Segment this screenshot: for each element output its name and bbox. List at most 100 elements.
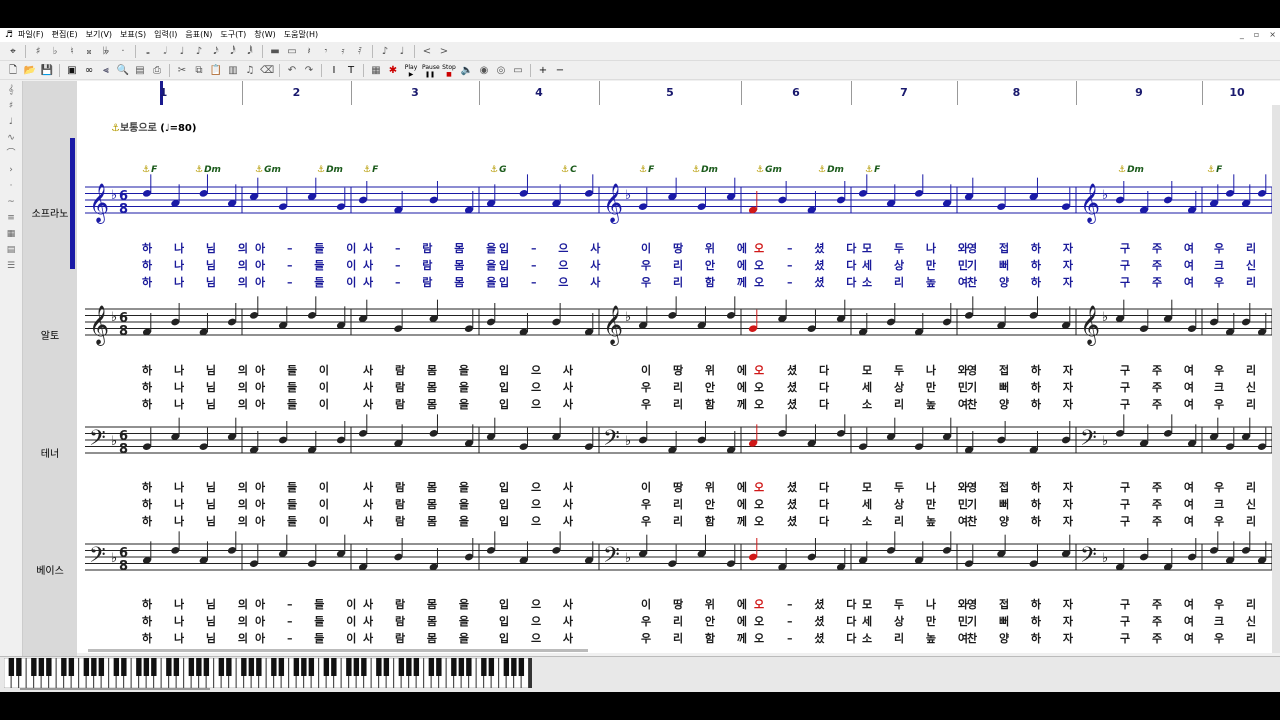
vertical-scrollbar[interactable] [1272,105,1280,653]
piano-black-key[interactable] [226,658,232,676]
lyric-syllable-group[interactable]: 셨 다 [787,496,838,512]
crescendo-icon[interactable]: < [420,45,434,59]
piano-black-key[interactable] [203,658,210,676]
lyric-syllable-group[interactable]: 구 주 여 [1120,362,1203,378]
lyric-syllable-group[interactable]: 하 나 님 의 [142,362,257,378]
midi-settings-icon[interactable]: ✱ [386,64,400,78]
natural-icon[interactable]: ♮ [65,45,79,59]
app-icon[interactable]: ♬ [4,30,14,40]
copy-icon[interactable]: ⧉ [192,64,206,78]
lyric-syllable-group[interactable]: 오 [754,596,773,612]
lyric-syllable-group[interactable]: 이 땅 위 에 [641,479,756,495]
piano-black-key[interactable] [166,658,172,676]
chord-symbol[interactable]: ⚓Dm [195,165,221,175]
chord-symbol[interactable]: ⚓F [142,165,157,175]
thirty-second-rest-icon[interactable]: 𝅀 [353,45,367,59]
lyric-syllable-group[interactable]: 셨 다 [787,396,838,412]
piano-black-key[interactable] [293,658,300,676]
lyric-syllable-group[interactable]: 입 으 사 [499,596,582,612]
piano-black-key[interactable] [346,658,352,676]
lyric-syllable-group[interactable]: 입 으 사 [499,613,582,629]
chord-symbol[interactable]: ⚓Dm [818,165,844,175]
staccato-tool-icon[interactable]: · [2,179,20,193]
piano-black-key[interactable] [241,658,247,676]
measure-number[interactable]: 9 [1135,86,1143,99]
lyric-syllable-group[interactable]: 우 리 를 [1214,240,1280,256]
lyric-syllable-group[interactable]: 하 나 님 의 [142,240,257,256]
menu-item[interactable]: 편집(E) [52,28,78,42]
chord-symbol[interactable]: ⚓F [1207,165,1222,175]
lyric-syllable-group[interactable]: 하 나 님 의 [142,596,257,612]
lyric-syllable-group[interactable]: 영 접 하 자 [967,240,1082,256]
play-button[interactable]: Play ▶ [403,64,419,78]
piano-black-key[interactable] [256,658,262,676]
piano-black-key[interactable] [151,658,157,676]
trill-tool-icon[interactable]: ~ [2,195,20,209]
lyric-syllable-group[interactable]: 사 – 람 몸 을 [363,274,505,290]
lyric-syllable-group[interactable]: 사 람 몸 을 [363,396,478,412]
close-button[interactable]: × [1269,28,1276,42]
lyric-syllable-group[interactable]: 이 땅 위 에 [641,240,756,256]
piano-black-key[interactable] [406,658,412,676]
piano-black-key[interactable] [121,658,127,676]
piano-black-key[interactable] [458,658,465,676]
piano-black-key[interactable] [323,658,330,676]
lyric-syllable-group[interactable]: 하 나 님 의 [142,274,257,290]
lyric-syllable-group[interactable]: 오 [754,479,773,495]
lyric-syllable-group[interactable]: 입 으 사 [499,496,582,512]
stop-button[interactable]: Stop ■ [441,64,457,78]
piano-black-key[interactable] [61,658,67,676]
lyric-syllable-group[interactable]: 아 – 들 이 [255,274,365,290]
cut-icon[interactable]: ✂ [175,64,189,78]
lyric-syllable-group[interactable]: 오 [754,396,773,412]
lyric-syllable-group[interactable]: 사 람 몸 을 [363,496,478,512]
lyric-syllable-group[interactable]: 아 – 들 이 [255,613,365,629]
lyric-syllable-group[interactable]: 아 들 이 [255,396,338,412]
lyric-syllable-group[interactable]: 구 주 여 [1120,513,1203,529]
lyric-syllable-group[interactable]: 세 상 만 민 [862,496,977,512]
piano-black-key[interactable] [8,658,15,676]
lyric-syllable-group[interactable]: 우 리 안 에 [641,257,756,273]
lyric-syllable-group[interactable]: 구 주 여 [1120,596,1203,612]
piano-black-key[interactable] [436,658,442,676]
staff-edit-icon[interactable]: ⫷ [99,64,113,78]
lyric-syllable-group[interactable]: 세 상 만 민 [862,613,977,629]
lyric-syllable-group[interactable]: 사 람 몸 을 [363,362,478,378]
lyric-syllable-group[interactable]: 하 나 님 의 [142,613,257,629]
lyric-syllable-group[interactable]: 아 – 들 이 [255,257,365,273]
lyric-syllable-group[interactable]: 영 접 하 자 [967,479,1082,495]
lyric-syllable-group[interactable]: 우 리 며 [1214,396,1280,412]
lyric-syllable-group[interactable]: 사 람 몸 을 [363,596,478,612]
lyric-syllable-group[interactable]: 기 뻐 하 자 [967,257,1082,273]
lyric-syllable-group[interactable]: 사 – 람 몸 을 [363,257,505,273]
lyric-syllable-group[interactable]: 우 리 며 [1214,630,1280,646]
lyric-syllable-group[interactable]: 기 뻐 하 자 [967,496,1082,512]
lyric-syllable-group[interactable]: 크 신 사 [1214,379,1280,395]
lyric-syllable-group[interactable]: 입 으 사 [499,513,582,529]
lyric-syllable-group[interactable]: 아 들 이 [255,362,338,378]
chord-symbol[interactable]: ⚓F [639,165,654,175]
open-file-icon[interactable]: 📂 [23,64,37,78]
lyric-syllable-group[interactable]: 찬 양 하 자 [967,274,1082,290]
lyric-syllable-group[interactable]: 모 두 나 와 [862,240,977,256]
lyric-syllable-group[interactable]: 사 람 몸 을 [363,479,478,495]
piano-black-key[interactable] [451,658,457,676]
lyric-syllable-group[interactable]: 사 람 몸 을 [363,379,478,395]
lyric-syllable-group[interactable]: 셨 다 [787,362,838,378]
lyric-syllable-group[interactable]: 모 두 나 와 [862,362,977,378]
restore-button[interactable]: ▫ [1254,28,1259,42]
piano-black-key[interactable] [143,658,150,676]
new-file-icon[interactable]: 🗋 [6,64,20,78]
piano-black-key[interactable] [278,658,285,676]
menu-item[interactable]: 보기(V) [86,28,112,42]
lyric-syllable-group[interactable]: 구 주 여 [1120,630,1203,646]
lyric-syllable-group[interactable]: 우 리 를 [1214,596,1280,612]
note-tool-icon[interactable]: ♩ [2,115,20,129]
ornament-tool-icon[interactable]: ∿ [2,131,20,145]
sixteenth-rest-icon[interactable]: 𝄿 [336,45,350,59]
speaker-icon[interactable]: ◎ [494,64,508,78]
instrument-label-tenor[interactable]: 테너 [23,445,77,460]
lyric-syllable-group[interactable]: – 셨 다 [787,257,865,273]
lyric-syllable-group[interactable]: 우 리 함 께 [641,396,756,412]
cursor-tool-icon[interactable]: ⌖ [6,45,20,59]
